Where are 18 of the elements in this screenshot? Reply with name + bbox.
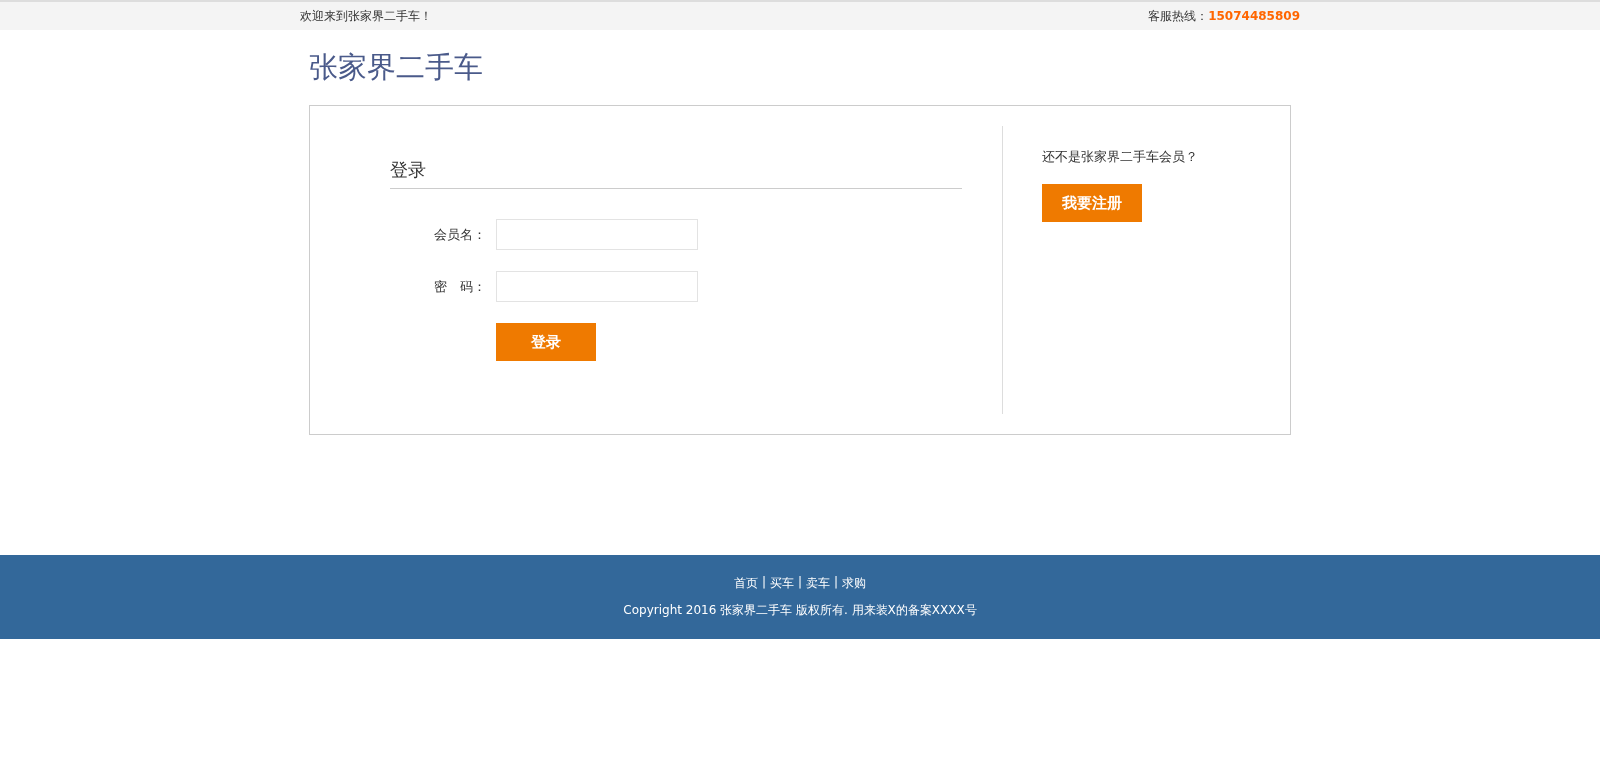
hotline-label: 客服热线： [1148,8,1209,23]
register-prompt: 还不是张家界二手车会员？ [1042,148,1198,166]
welcome-text: 欢迎来到张家界二手车！ [300,7,432,25]
field-label: 会员名： [433,225,487,244]
footer-link[interactable]: 卖车 [806,575,830,592]
footer-link[interactable]: 买车 [769,575,794,592]
link-separator: | [797,575,802,591]
footer-link[interactable]: 求购 [842,575,867,592]
field-label: 密 码： [433,277,487,296]
link-separator: | [834,575,839,591]
hotline-number: 15074485809 [1208,8,1300,23]
copyright-text: Copyright 2016 张家界二手车 版权所有. 用来装X的备案XXXX号 [623,603,977,617]
login-heading: 登录 [390,158,427,182]
input-field[interactable] [496,219,698,250]
link-separator: | [761,575,766,591]
input-field[interactable] [496,271,698,302]
site-logo[interactable]: 张家界二手车 [309,50,483,84]
footer-link[interactable]: 首页 [733,575,758,592]
